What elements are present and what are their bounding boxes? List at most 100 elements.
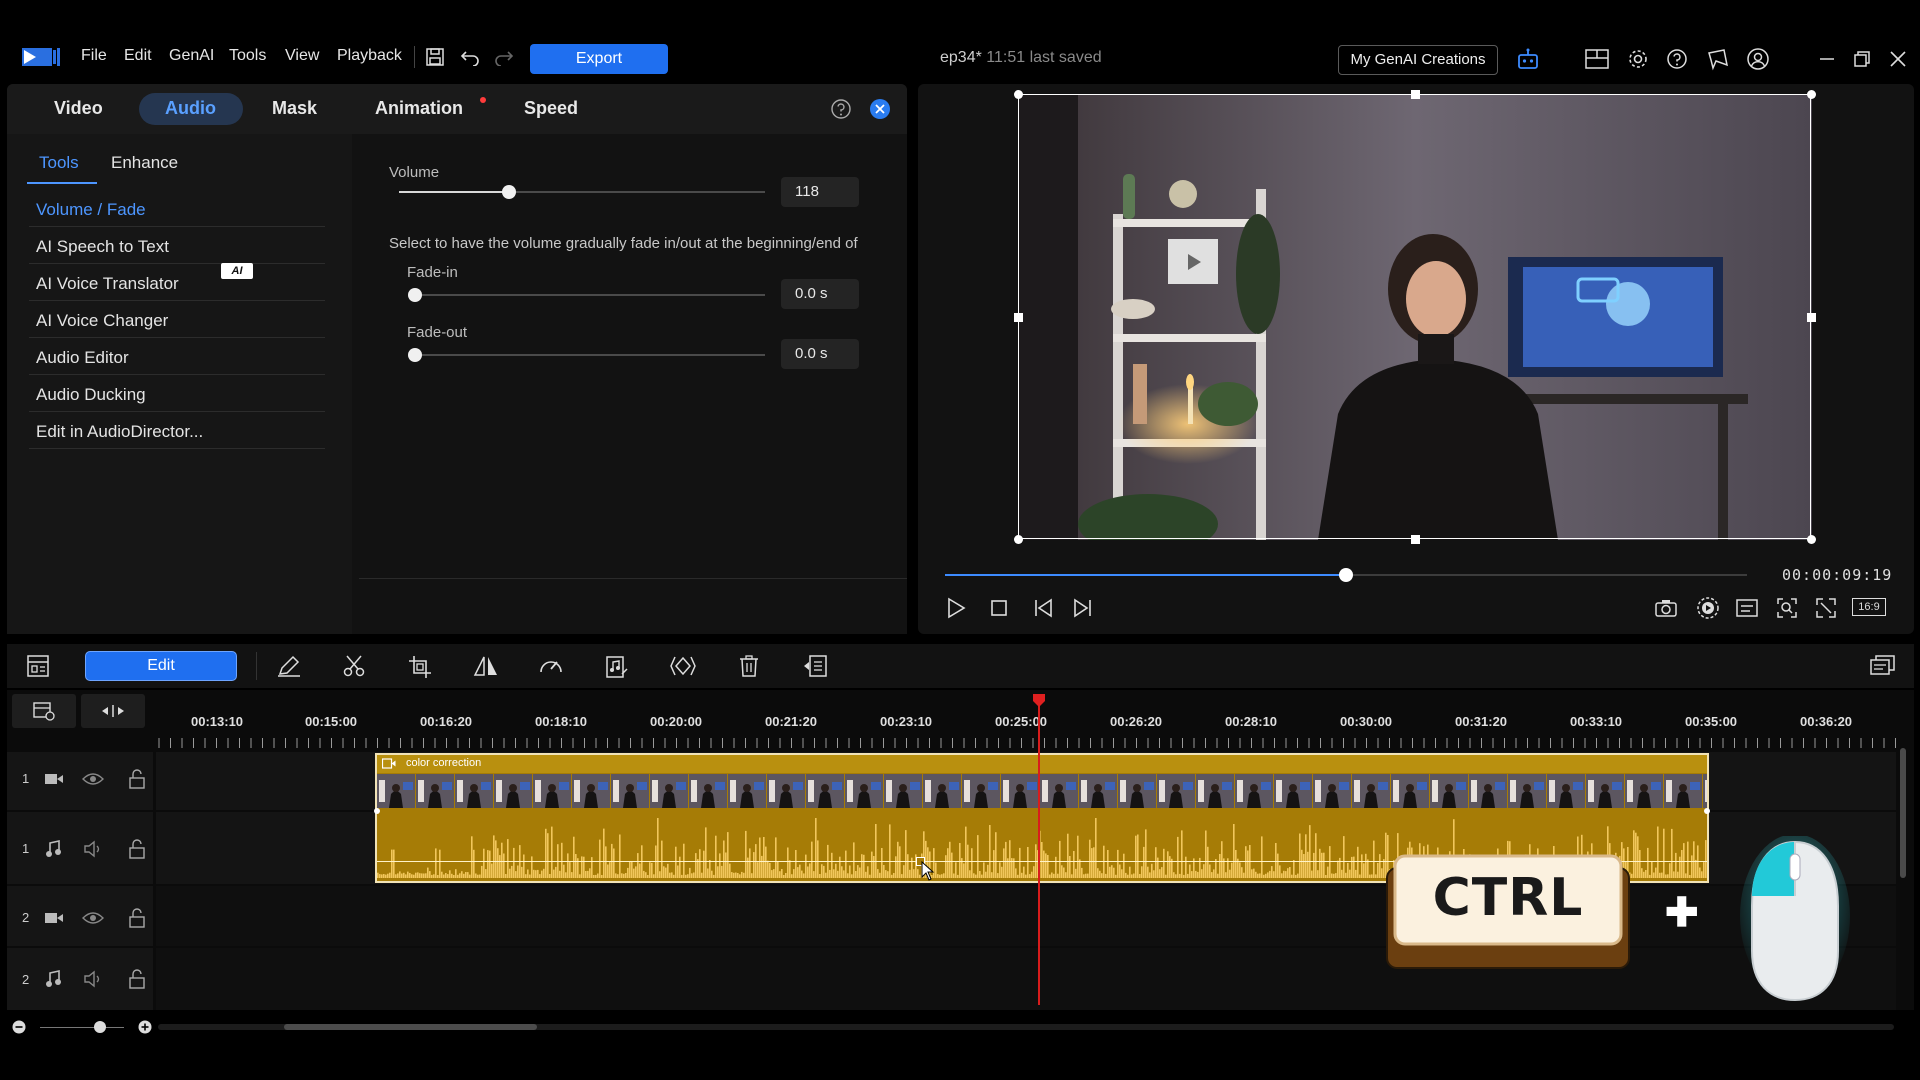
tab-mask[interactable]: Mask (272, 98, 317, 119)
split-scissors-icon[interactable] (342, 654, 366, 678)
fade-out-value-field[interactable]: 0.0 s (781, 339, 859, 369)
zoom-slider-knob[interactable] (94, 1021, 106, 1033)
lock-icon[interactable] (128, 908, 146, 928)
speed-gauge-icon[interactable] (538, 654, 564, 678)
lock-icon[interactable] (128, 769, 146, 789)
panel-help-icon[interactable] (830, 98, 852, 120)
subtitle-icon[interactable] (1736, 598, 1758, 618)
volume-value-field[interactable]: 118 (781, 177, 859, 207)
lock-icon[interactable] (128, 839, 146, 859)
menu-view[interactable]: View (285, 47, 319, 65)
subtab-tools[interactable]: Tools (39, 153, 79, 173)
panel-close-icon[interactable] (869, 98, 891, 120)
resize-handle-top-left[interactable] (1014, 90, 1023, 99)
timeline-vertical-scrollbar[interactable] (1900, 748, 1906, 878)
audio-track-2-lane[interactable] (156, 948, 1896, 1010)
tool-ai-voice-changer[interactable]: AI Voice Changer (36, 311, 168, 331)
redo-icon[interactable] (494, 48, 514, 66)
subtab-enhance[interactable]: Enhance (111, 153, 178, 173)
resize-handle-bottom-right[interactable] (1807, 535, 1816, 544)
tool-audio-editor[interactable]: Audio Editor (36, 348, 129, 368)
playback-mode-icon[interactable] (1696, 596, 1720, 620)
timeline-horizontal-scroll-thumb[interactable] (284, 1024, 537, 1030)
app-logo[interactable] (22, 46, 60, 68)
save-icon[interactable] (425, 47, 445, 67)
menu-divider (414, 46, 415, 68)
notification-icon[interactable] (1706, 47, 1730, 71)
edit-button[interactable]: Edit (85, 651, 237, 681)
speaker-icon[interactable] (83, 970, 103, 988)
fade-out-label: Fade-out (407, 324, 468, 341)
fade-in-slider-knob[interactable] (408, 288, 422, 302)
fade-in-slider-track[interactable] (415, 294, 765, 296)
tool-volume-fade[interactable]: Volume / Fade (36, 200, 146, 220)
divider (29, 337, 325, 338)
timeline-settings-icon[interactable] (1869, 654, 1897, 680)
menu-playback[interactable]: Playback (337, 47, 402, 65)
resize-handle-bottom[interactable] (1411, 535, 1420, 544)
clip-edge-handle[interactable] (374, 808, 380, 814)
robot-icon[interactable] (1516, 47, 1540, 71)
export-button[interactable]: Export (530, 44, 668, 74)
settings-gear-icon[interactable] (1627, 48, 1649, 70)
resize-handle-top-right[interactable] (1807, 90, 1816, 99)
tool-ai-voice-translator[interactable]: AI Voice Translator (36, 274, 179, 294)
library-icon[interactable] (26, 654, 50, 678)
more-tools-icon[interactable] (802, 654, 828, 678)
tab-animation[interactable]: Animation (375, 98, 463, 119)
play-icon[interactable] (946, 597, 966, 619)
snapshot-camera-icon[interactable] (1654, 598, 1678, 618)
aspect-ratio-button[interactable]: 16:9 (1852, 598, 1886, 616)
tool-edit-in-audiodirector[interactable]: Edit in AudioDirector... (36, 422, 203, 442)
clip-edge-handle[interactable] (1704, 808, 1710, 814)
speaker-icon[interactable] (83, 840, 103, 858)
fade-out-slider-knob[interactable] (408, 348, 422, 362)
help-icon[interactable] (1666, 48, 1688, 70)
zoom-in-icon[interactable] (138, 1020, 152, 1034)
delete-trash-icon[interactable] (738, 654, 760, 678)
tool-audio-ducking[interactable]: Audio Ducking (36, 385, 146, 405)
tab-speed[interactable]: Speed (524, 98, 578, 119)
playhead-marker[interactable] (1031, 692, 1047, 708)
crop-icon[interactable] (407, 654, 433, 680)
volume-slider-knob[interactable] (501, 185, 516, 199)
resize-handle-top[interactable] (1411, 90, 1420, 99)
stop-icon[interactable] (990, 599, 1008, 617)
pen-icon[interactable] (276, 654, 302, 678)
undo-icon[interactable] (460, 48, 480, 66)
menu-file[interactable]: File (81, 47, 107, 65)
playback-scrubber[interactable] (1339, 568, 1353, 582)
lock-icon[interactable] (128, 969, 146, 989)
menu-genai[interactable]: GenAI (169, 47, 214, 65)
layout-icon[interactable] (1585, 49, 1609, 69)
fade-in-value-field[interactable]: 0.0 s (781, 279, 859, 309)
video-track-2-lane[interactable] (156, 886, 1896, 946)
tab-audio[interactable]: Audio (165, 98, 216, 119)
my-genai-creations-button[interactable]: My GenAI Creations (1338, 45, 1498, 75)
menu-tools[interactable]: Tools (229, 47, 266, 65)
close-window-icon[interactable] (1889, 50, 1907, 68)
eye-visibility-icon[interactable] (82, 772, 104, 786)
zoom-icon[interactable] (1776, 597, 1798, 619)
keyframe-icon[interactable] (669, 654, 697, 678)
menu-edit[interactable]: Edit (124, 47, 152, 65)
eye-visibility-icon[interactable] (82, 911, 104, 925)
tool-ai-speech-to-text[interactable]: AI Speech to Text (36, 237, 169, 257)
playhead-line[interactable] (1038, 703, 1040, 1005)
resize-handle-bottom-left[interactable] (1014, 535, 1023, 544)
timeline-ruler[interactable] (156, 734, 1896, 748)
fade-out-slider-track[interactable] (415, 354, 765, 356)
resize-handle-right[interactable] (1807, 313, 1816, 322)
next-frame-icon[interactable] (1072, 597, 1094, 619)
account-icon[interactable] (1746, 47, 1770, 71)
flip-icon[interactable] (473, 654, 499, 678)
resize-handle-left[interactable] (1014, 313, 1023, 322)
fullscreen-icon[interactable] (1815, 597, 1837, 619)
restore-icon[interactable] (1853, 50, 1871, 68)
previous-frame-icon[interactable] (1032, 597, 1054, 619)
tab-video[interactable]: Video (54, 98, 103, 119)
zoom-slider-track[interactable] (40, 1027, 124, 1028)
zoom-out-icon[interactable] (12, 1020, 26, 1034)
audio-edit-icon[interactable] (604, 654, 630, 680)
minimize-icon[interactable] (1818, 50, 1836, 68)
